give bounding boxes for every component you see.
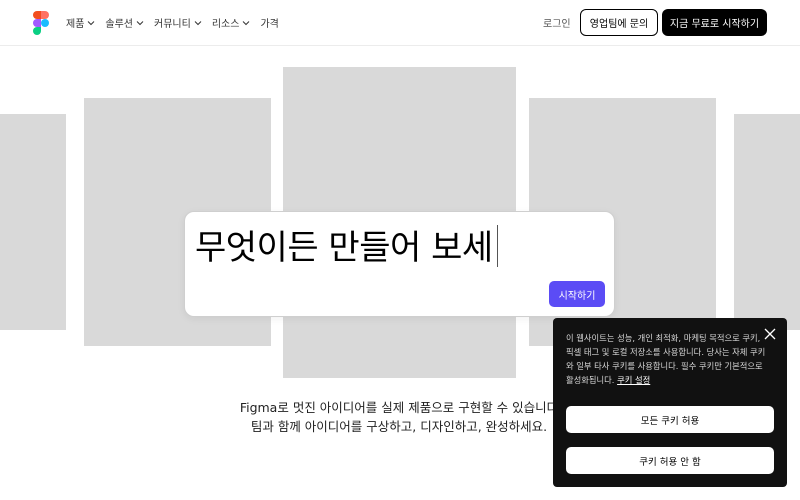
nav-item-label: 커뮤니티: [154, 19, 191, 30]
tagline-line-1: Figma로 멋진 아이디어를 실제 제품으로 구현할 수 있습니다: [234, 398, 564, 417]
tagline-brand: Figma: [239, 400, 278, 415]
tagline-line-1-rest: 로 멋진 아이디어를 실제 제품으로 구현할 수 있습니다: [277, 400, 559, 415]
deny-cookies-button[interactable]: 쿠키 허용 안 함: [566, 447, 774, 474]
nav-item-products[interactable]: 제품: [66, 15, 95, 30]
cookie-description: 이 웹사이트는 성능, 개인 최적화, 마케팅 목적으로 쿠키, 픽셀 태그 및…: [566, 333, 766, 385]
nav-item-resources[interactable]: 리소스: [212, 15, 251, 30]
chevron-down-icon: [243, 20, 250, 25]
chevron-down-icon: [136, 20, 144, 25]
hero-prompt-text: 무엇이든 만들어 보세: [195, 220, 498, 269]
nav-item-label: 가격: [260, 19, 279, 30]
nav-menu: 제품 솔루션 커뮤니티 리소스 가격: [66, 15, 279, 30]
nav-item-solutions[interactable]: 솔루션: [105, 15, 144, 30]
close-icon[interactable]: [764, 328, 776, 340]
cookie-banner: 이 웹사이트는 성능, 개인 최적화, 마케팅 목적으로 쿠키, 픽셀 태그 및…: [553, 318, 787, 487]
hero-prompt-value: 무엇이든 만들어 보세: [195, 228, 493, 268]
hero-image-placeholder: [734, 114, 800, 330]
nav-item-label: 솔루션: [105, 19, 134, 30]
text-caret: [496, 225, 498, 267]
page: 제품 솔루션 커뮤니티 리소스 가격 로그인 영업팀에 문의 지금 무료로 시작…: [0, 0, 800, 500]
contact-sales-button[interactable]: 영업팀에 문의: [580, 9, 658, 36]
chevron-down-icon: [88, 20, 95, 25]
figma-logo[interactable]: [33, 11, 49, 35]
hero-tagline: Figma로 멋진 아이디어를 실제 제품으로 구현할 수 있습니다 팀과 함께…: [234, 398, 564, 436]
start-free-button[interactable]: 지금 무료로 시작하기: [662, 9, 767, 36]
allow-all-cookies-button[interactable]: 모든 쿠키 허용: [566, 406, 774, 433]
top-nav: 제품 솔루션 커뮤니티 리소스 가격 로그인 영업팀에 문의 지금 무료로 시작…: [0, 0, 800, 46]
nav-item-label: 제품: [66, 19, 85, 30]
nav-item-community[interactable]: 커뮤니티: [154, 15, 202, 30]
nav-item-label: 리소스: [211, 19, 240, 30]
nav-item-pricing[interactable]: 가격: [260, 15, 278, 30]
hero-image-placeholder: [0, 114, 66, 330]
chevron-down-icon: [194, 20, 202, 25]
cookie-settings-link[interactable]: 쿠키 설정: [617, 375, 650, 385]
cookie-banner-text: 이 웹사이트는 성능, 개인 최적화, 마케팅 목적으로 쿠키, 픽셀 태그 및…: [566, 331, 766, 387]
hero-start-button[interactable]: 시작하기: [549, 281, 605, 307]
login-link[interactable]: 로그인: [543, 15, 571, 30]
hero-prompt-card[interactable]: 무엇이든 만들어 보세 시작하기: [184, 211, 615, 317]
tagline-line-2: 팀과 함께 아이디어를 구상하고, 디자인하고, 완성하세요.: [250, 419, 548, 434]
